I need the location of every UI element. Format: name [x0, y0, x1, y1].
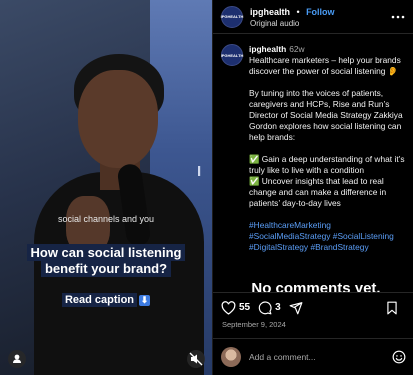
tagged-user-button[interactable] [8, 350, 26, 368]
comment-action: 3 [258, 300, 281, 315]
current-user-avatar [221, 347, 241, 367]
video-player[interactable]: I social channels and you How can social… [0, 0, 212, 375]
like-action: 55 [221, 300, 250, 315]
likes-count[interactable]: 55 [239, 302, 250, 313]
arrow-down-icon: ⬇ [139, 294, 151, 306]
mute-button[interactable] [187, 350, 205, 368]
user-icon [13, 354, 21, 363]
audio-link[interactable]: Original audio [250, 18, 335, 29]
bookmark-icon[interactable] [386, 301, 398, 315]
save-action [386, 301, 398, 315]
post-header: IPGHEALTH ipghealth • Follow Original au… [213, 0, 413, 34]
add-comment-bar [213, 338, 413, 375]
caption-author-avatar[interactable]: IPGHEALTH [221, 44, 243, 66]
smiley-icon [392, 350, 406, 364]
caption-body: By tuning into the voices of patients, c… [249, 88, 405, 142]
author-meta: ipghealth • Follow Original audio [250, 5, 335, 29]
hook-line-2: benefit your brand? [40, 260, 172, 277]
post-panel: IPGHEALTH ipghealth • Follow Original au… [212, 0, 413, 375]
more-horizontal-icon [391, 15, 405, 18]
comment-icon[interactable] [258, 300, 272, 315]
read-caption-callout: Read caption ⬇ [0, 293, 212, 307]
speaker-muted-icon [189, 352, 203, 366]
caption-text: ipghealth 62w Healthcare marketers – help… [249, 44, 411, 253]
comments-count[interactable]: 3 [275, 302, 281, 313]
heart-icon[interactable] [221, 300, 236, 315]
caption-bullet-1: ✅ Gain a deep understanding of what it’s… [249, 154, 407, 175]
more-options-button[interactable] [391, 14, 405, 20]
read-caption-label: Read caption [61, 293, 138, 307]
emoji-button[interactable] [392, 350, 406, 364]
share-action [289, 301, 303, 315]
backdrop-text: I [197, 163, 202, 180]
caption-hashtags[interactable]: #HealthcareMarketing #SocialMediaStrateg… [249, 220, 396, 252]
post-actions: 55 3 [213, 292, 413, 322]
post-age: 62w [289, 44, 305, 54]
author-avatar[interactable]: IPGHEALTH [221, 5, 243, 28]
post-caption: IPGHEALTH ipghealth 62w Healthcare market… [221, 44, 411, 280]
caption-intro: Healthcare marketers – help your brands … [249, 55, 404, 76]
follow-button[interactable]: Follow [306, 7, 335, 17]
caption-username[interactable]: ipghealth [249, 44, 286, 54]
caption-bullet-2: ✅ Uncover insights that lead to real cha… [249, 176, 389, 208]
video-subtitle: social channels and you [57, 214, 155, 224]
author-username[interactable]: ipghealth [250, 7, 290, 17]
separator-dot: • [296, 6, 300, 17]
hook-line-1: How can social listening [26, 244, 186, 261]
video-hook-text: How can social listening benefit your br… [0, 244, 212, 277]
post-date[interactable]: September 9, 2024 [222, 320, 286, 329]
share-icon[interactable] [289, 301, 303, 315]
comment-input[interactable] [249, 352, 389, 362]
speaker-face [78, 70, 158, 168]
